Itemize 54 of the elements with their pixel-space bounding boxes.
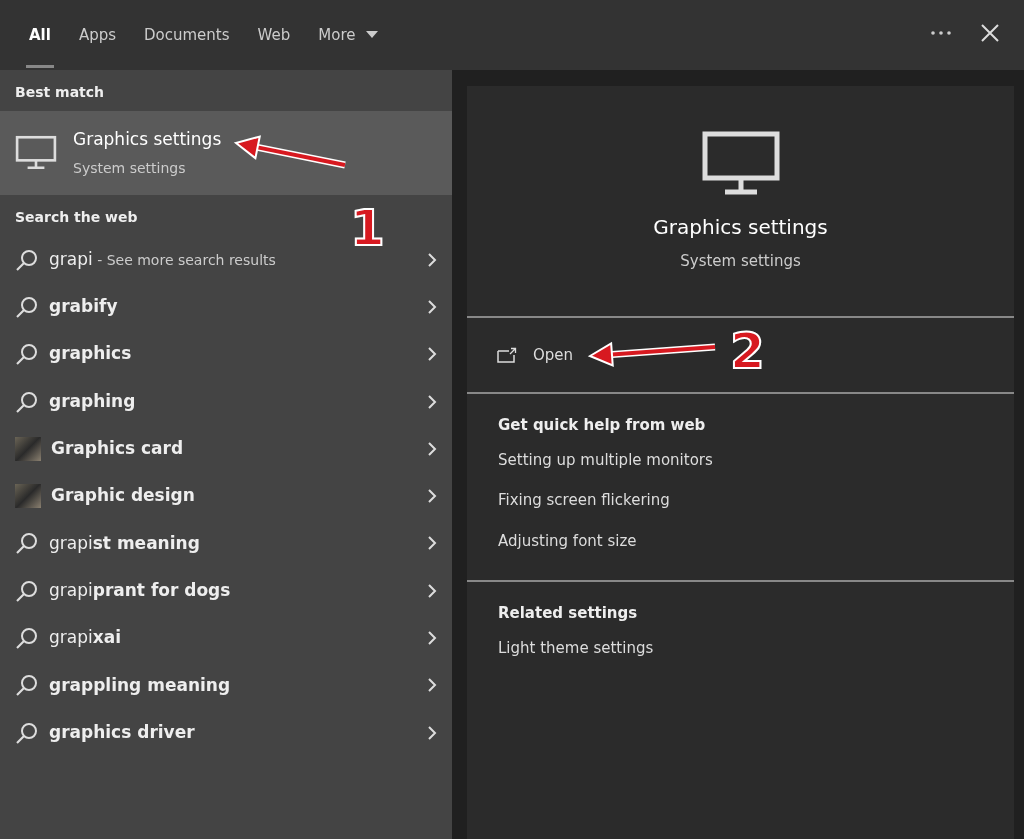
search-result-item[interactable]: Graphics card [0, 425, 452, 473]
search-result-item[interactable]: grapist meaning [0, 519, 452, 568]
search-result-item[interactable]: graphing [0, 377, 452, 426]
section-heading: Related settings [498, 603, 639, 624]
tab[interactable]: More [307, 0, 390, 70]
chevron-right-icon [427, 488, 437, 505]
search-result-item[interactable]: grapixai [0, 614, 452, 662]
monitor-icon [15, 135, 57, 171]
chevron-right-icon [427, 630, 437, 646]
chevron-right-icon [427, 724, 437, 741]
annotation-number: 1 [350, 199, 385, 257]
search-result-item[interactable]: grabify [0, 283, 452, 331]
chevron-right-icon [427, 298, 437, 315]
help-link[interactable]: Adjusting font size [498, 529, 983, 552]
search-result-item[interactable]: grapiprant for dogs [0, 567, 452, 615]
best-match-item[interactable]: Graphics settings System settings [0, 111, 452, 195]
chevron-right-icon [427, 677, 437, 694]
tab[interactable]: Web [246, 0, 302, 70]
search-icon [15, 626, 39, 650]
search-icon [15, 294, 39, 319]
search-icon [15, 389, 39, 414]
search-icon [15, 720, 39, 745]
tab[interactable]: Apps [67, 0, 128, 70]
search-icon [15, 247, 39, 272]
more-icon [930, 29, 952, 36]
help-link[interactable]: Light theme settings [498, 636, 983, 659]
chevron-right-icon [427, 393, 437, 410]
section-heading: Best match [15, 83, 105, 102]
chevron-right-icon [427, 582, 437, 599]
image-thumbnail [15, 436, 41, 461]
search-icon [15, 673, 39, 698]
help-link[interactable]: Setting up multiple monitors [498, 448, 983, 471]
chevron-right-icon [427, 346, 437, 363]
chevron-right-icon [427, 535, 437, 552]
preview-title: Graphics settings [653, 213, 828, 241]
help-link[interactable]: Fixing screen flickering [498, 489, 983, 512]
preview-subtitle: System settings [680, 250, 801, 272]
section-heading: Search the web [15, 208, 138, 227]
image-thumbnail [15, 484, 41, 509]
search-result-item[interactable]: graphics [0, 330, 452, 378]
chevron-right-icon [427, 251, 437, 268]
section-heading: Get quick help from web [498, 415, 707, 436]
search-result-item[interactable]: grappling meaning [0, 661, 452, 709]
tab[interactable]: Documents [133, 0, 241, 70]
annotation-number: 2 [730, 322, 765, 380]
search-result-item[interactable]: graphics driver [0, 708, 452, 757]
close-icon [980, 22, 1000, 43]
tab[interactable]: All [18, 0, 62, 70]
chevron-right-icon [427, 440, 437, 457]
search-result-item[interactable]: Graphic design [0, 472, 452, 520]
open-external-icon [497, 347, 517, 363]
search-icon [15, 578, 39, 603]
search-icon [15, 531, 39, 556]
search-icon [15, 342, 39, 367]
